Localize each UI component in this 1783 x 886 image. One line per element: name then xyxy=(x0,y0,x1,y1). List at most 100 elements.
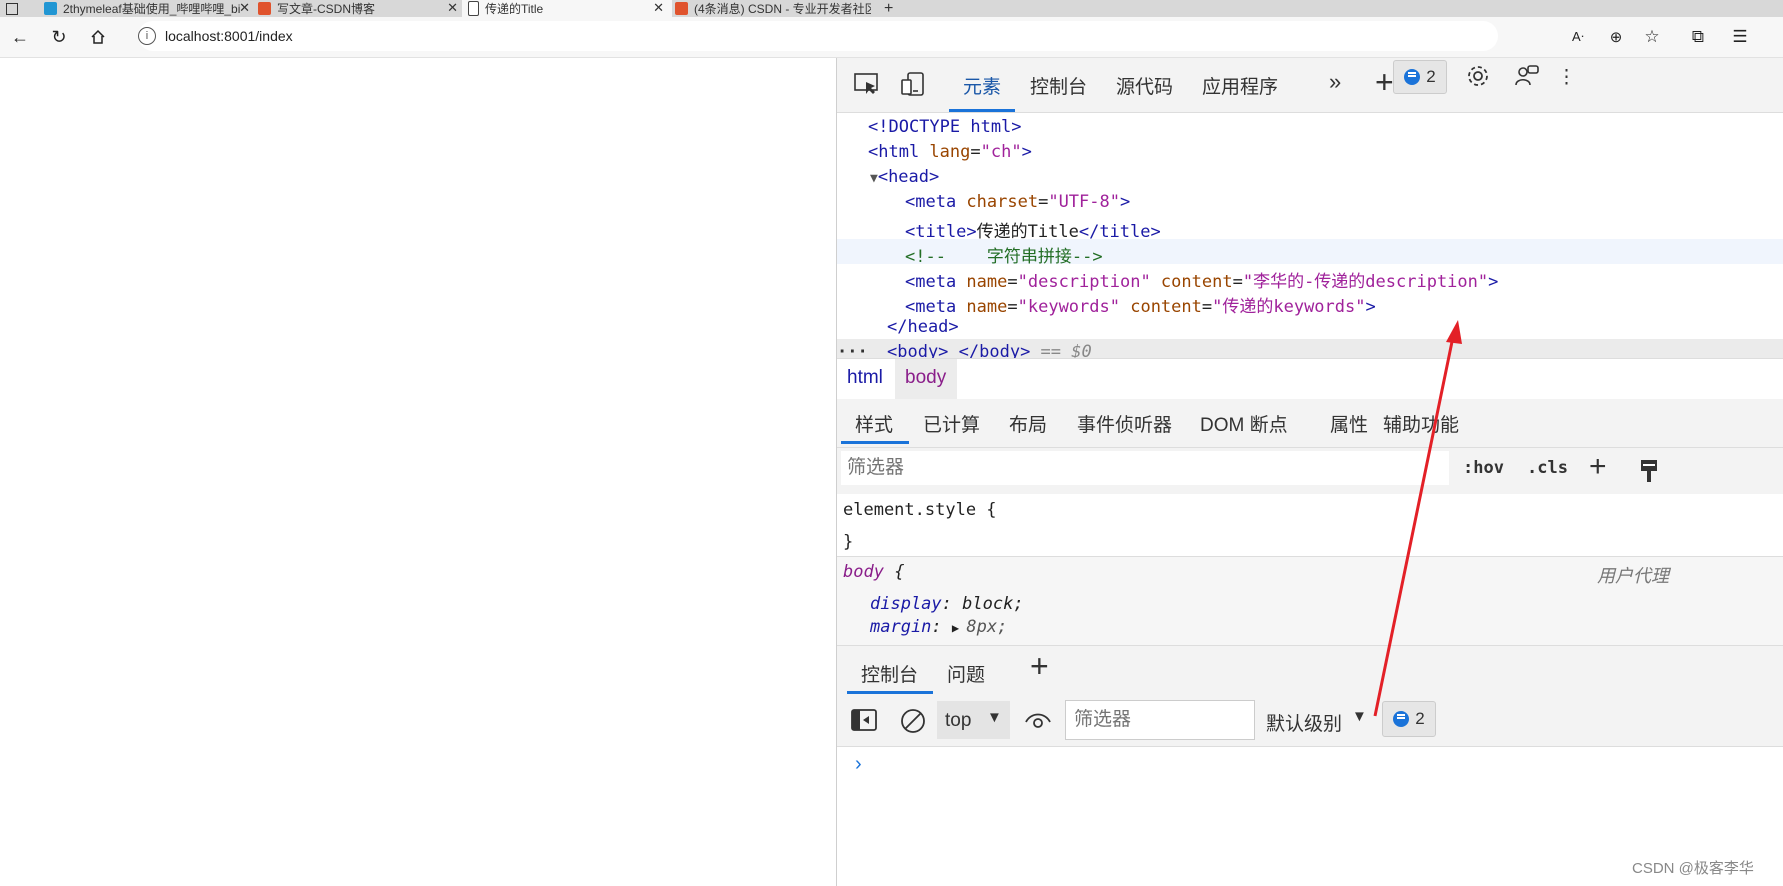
cls-toggle[interactable]: .cls xyxy=(1527,458,1568,478)
tab-layout[interactable]: 布局 xyxy=(1009,410,1047,437)
tab-application[interactable]: 应用程序 xyxy=(1202,72,1278,99)
browser-tab-4[interactable]: (4条消息) CSDN - 专业开发者社区 xyxy=(675,0,871,17)
feedback-icon[interactable] xyxy=(1514,63,1540,94)
breadcrumb: html body xyxy=(837,358,1783,400)
add-tab-plus-icon[interactable]: + xyxy=(1375,64,1394,101)
issues-badge[interactable]: 2 xyxy=(1393,60,1447,94)
web-page-viewport[interactable] xyxy=(0,58,836,886)
browser-tab-3[interactable]: 传递的Title ✕ xyxy=(462,0,672,17)
meta-tag: <meta xyxy=(905,297,957,317)
drawer-tab-issues[interactable]: 问题 xyxy=(947,660,985,687)
dom-line-meta-charset[interactable]: <meta charset="UTF-8"> xyxy=(905,192,1130,212)
log-level-dropdown[interactable]: 默认级别 xyxy=(1266,709,1342,736)
rule-close-brace: } xyxy=(843,532,854,552)
more-options-icon[interactable]: ⋮ xyxy=(1557,66,1576,89)
tab-actions-icon[interactable] xyxy=(6,0,30,17)
tab-sources[interactable]: 源代码 xyxy=(1116,72,1173,99)
device-emulation-icon[interactable] xyxy=(901,71,927,102)
prop-margin-value[interactable]: 8px; xyxy=(966,617,1007,637)
dom-line-doctype[interactable]: <!DOCTYPE html> xyxy=(868,117,1022,137)
lang-attr-value: "ch" xyxy=(980,142,1022,162)
home-icon[interactable] xyxy=(86,25,110,49)
body-selector[interactable]: body xyxy=(843,562,884,582)
active-tab-underline xyxy=(847,691,933,694)
styles-tab-bar: 样式 已计算 布局 事件侦听器 DOM 断点 属性 辅助功能 xyxy=(837,399,1783,448)
sidebar-toggle-icon[interactable] xyxy=(851,709,877,736)
refresh-icon[interactable]: ↻ xyxy=(47,25,71,49)
content-attr-value: "李华的-传递的description" xyxy=(1242,272,1489,292)
back-arrow-icon[interactable]: ← xyxy=(8,25,32,49)
drawer-tab-console[interactable]: 控制台 xyxy=(861,660,918,687)
console-toolbar: top ▼ 默认级别 ▼ 2 xyxy=(837,696,1783,747)
add-drawer-tab-plus-icon[interactable]: + xyxy=(1030,648,1049,685)
element-style-selector[interactable]: element.style { xyxy=(843,500,997,520)
tab-title: (4条消息) CSDN - 专业开发者社区 xyxy=(694,2,871,16)
charset-attr-value: "UTF-8" xyxy=(1048,192,1120,212)
expand-triangle-icon[interactable]: ▼ xyxy=(870,171,878,186)
tab-computed[interactable]: 已计算 xyxy=(923,410,980,437)
url-text[interactable]: localhost:8001/index xyxy=(165,28,293,44)
prop-display-name[interactable]: display xyxy=(870,594,942,614)
dom-line-head[interactable]: ▼<head> xyxy=(870,167,939,187)
expand-triangle-icon[interactable]: ▶ xyxy=(952,621,966,635)
clear-console-icon[interactable] xyxy=(900,708,926,739)
more-tabs-chevron-icon[interactable]: » xyxy=(1329,69,1341,95)
paint-brush-icon[interactable] xyxy=(1639,458,1659,489)
tab-properties[interactable]: 属性 xyxy=(1330,410,1368,437)
breadcrumb-html[interactable]: html xyxy=(847,367,883,389)
page-favicon-icon xyxy=(468,1,479,16)
tab-accessibility[interactable]: 辅助功能 xyxy=(1383,410,1459,437)
meta-tag: <meta xyxy=(905,272,957,292)
new-tab-icon[interactable]: + xyxy=(884,0,904,17)
hov-toggle[interactable]: :hov xyxy=(1463,458,1504,478)
console-filter-input[interactable] xyxy=(1065,700,1255,740)
address-bar[interactable]: i localhost:8001/index xyxy=(138,21,1498,51)
close-icon[interactable]: ✕ xyxy=(239,0,250,16)
name-attr-name: name xyxy=(956,297,1008,317)
dom-line-head-close[interactable]: </head> xyxy=(887,317,959,337)
tab-styles[interactable]: 样式 xyxy=(855,410,893,437)
live-expression-eye-icon[interactable] xyxy=(1025,710,1051,735)
tab-title: 写文章-CSDN博客 xyxy=(277,2,375,16)
meta-tag: <meta xyxy=(905,192,957,212)
dom-line-meta-keywords[interactable]: <meta name="keywords" content="传递的keywor… xyxy=(905,292,1376,317)
dom-line-meta-description[interactable]: <meta name="description" content="李华的-传递… xyxy=(905,267,1498,292)
extensions-icon[interactable]: ⧉ xyxy=(1686,25,1710,49)
prop-margin-name[interactable]: margin xyxy=(870,617,931,637)
console-issues-badge[interactable]: 2 xyxy=(1382,701,1436,737)
devtools-panel: 元素 控制台 源代码 应用程序 » + 2 ⋮ <!DOCTYPE html> … xyxy=(837,58,1783,886)
tab-title: 2thymeleaf基础使用_哔哩哔哩_bi xyxy=(63,2,241,16)
new-style-rule-plus-icon[interactable]: + xyxy=(1589,450,1607,484)
dom-tree: <!DOCTYPE html> <html lang="ch"> ▼<head>… xyxy=(837,112,1783,366)
favorites-list-icon[interactable]: ☰ xyxy=(1728,25,1752,49)
favorite-star-icon[interactable]: ☆ xyxy=(1640,25,1664,49)
breadcrumb-body[interactable]: body xyxy=(905,367,946,389)
close-icon[interactable]: ✕ xyxy=(653,0,664,16)
watermark-text: CSDN @极客李华 xyxy=(1632,860,1754,877)
tab-elements[interactable]: 元素 xyxy=(963,72,1001,99)
tab-console[interactable]: 控制台 xyxy=(1030,72,1087,99)
prop-display-value[interactable]: block; xyxy=(962,594,1023,614)
head-open-tag: <head> xyxy=(877,167,940,187)
settings-gear-icon[interactable] xyxy=(1465,63,1491,94)
inspect-element-icon[interactable] xyxy=(854,73,880,100)
info-icon[interactable]: i xyxy=(138,27,156,45)
dom-line-html[interactable]: <html lang="ch"> xyxy=(868,142,1032,162)
styles-filter-input[interactable] xyxy=(841,451,1449,485)
browser-tab-1[interactable]: 2thymeleaf基础使用_哔哩哔哩_bi ✕ xyxy=(44,0,250,17)
tab-dom-breakpoints[interactable]: DOM 断点 xyxy=(1200,410,1288,437)
head-close-tag: </head> xyxy=(887,317,959,337)
context-selector[interactable]: top ▼ xyxy=(937,701,1010,739)
csdn-favicon-icon xyxy=(258,2,271,15)
read-aloud-icon[interactable]: Aᐧ xyxy=(1566,25,1590,49)
devtools-toolbar: 元素 控制台 源代码 应用程序 » + 2 ⋮ xyxy=(837,58,1783,113)
caret-down-icon: ▼ xyxy=(987,709,1002,726)
close-icon[interactable]: ✕ xyxy=(447,0,458,16)
csdn-favicon-icon xyxy=(675,2,688,15)
tab-event-listeners[interactable]: 事件侦听器 xyxy=(1077,410,1172,437)
content-attr-name: content xyxy=(1150,272,1233,292)
dom-line-comment[interactable]: <!-- 字符串拼接--> xyxy=(905,242,1103,267)
zoom-icon[interactable]: ⊕ xyxy=(1604,25,1628,49)
caret-down-icon[interactable]: ▼ xyxy=(1352,708,1367,725)
browser-tab-2[interactable]: 写文章-CSDN博客 ✕ xyxy=(258,0,458,17)
